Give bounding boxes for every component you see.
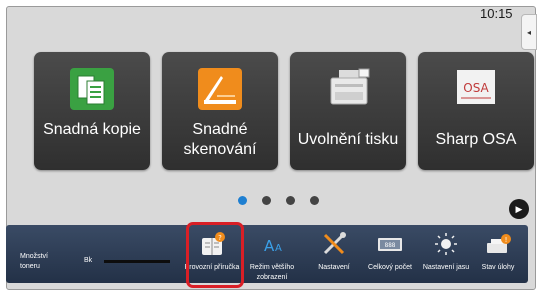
page-dot[interactable] [238,196,247,205]
wrench-icon [323,232,346,255]
tile-easy-copy[interactable]: Snadná kopie [34,52,150,170]
scan-icon [198,68,242,110]
clock: 10:15 [480,6,513,21]
large-text-icon: A A [264,237,282,255]
page-dot[interactable] [262,196,271,205]
tile-easy-scan[interactable]: Snadné skenování [162,52,278,170]
svg-text:!: ! [505,236,508,244]
shortcut-brightness[interactable]: Nastavení jasu [418,227,474,283]
tile-label: Snadná kopie [43,121,141,138]
page-dot[interactable] [286,196,295,205]
printer-icon [330,68,370,105]
copy-icon [70,68,114,110]
chevron-left-icon: ◂ [526,27,531,37]
shortcut-total-count[interactable]: 888 Celkový počet [362,227,418,283]
svg-text:OSA: OSA [463,81,489,95]
shortcut-label: Celkový počet [368,264,412,271]
tile-print-release[interactable]: Uvolnění tisku [290,52,406,170]
tile-label: Snadné skenování [183,121,257,158]
next-page-button[interactable]: ▶ [509,199,529,219]
shortcut-label: Stav úlohy [481,264,515,271]
job-status-icon: ! [487,234,511,253]
highlight-frame [186,222,244,288]
tile-label: Uvolnění tisku [297,131,399,148]
osa-icon: OSA [457,70,495,104]
toner-bk-label: Bk [84,257,93,264]
shortcut-label: Režim většího zobrazení [249,264,295,281]
brightness-icon [435,233,457,255]
counter-icon: 888 [378,238,402,251]
shortcut-settings[interactable]: Nastavení [306,227,362,283]
toner-level-bar [104,260,170,263]
tile-label: Sharp OSA [435,131,517,148]
svg-text:A: A [264,237,275,255]
tile-sharp-osa[interactable]: OSA Sharp OSA [418,52,534,170]
toner-label: Množství toneru [20,253,49,270]
svg-text:888: 888 [385,242,396,249]
page-dot[interactable] [310,196,319,205]
shortcut-label: Nastavení [318,264,350,271]
svg-text:A: A [275,243,282,254]
side-panel-tab[interactable]: ◂ [521,14,537,50]
shortcut-job-status[interactable]: ! Stav úlohy [470,227,526,283]
shortcut-large-display[interactable]: A A Režim většího zobrazení [244,227,300,283]
play-icon: ▶ [515,203,523,214]
